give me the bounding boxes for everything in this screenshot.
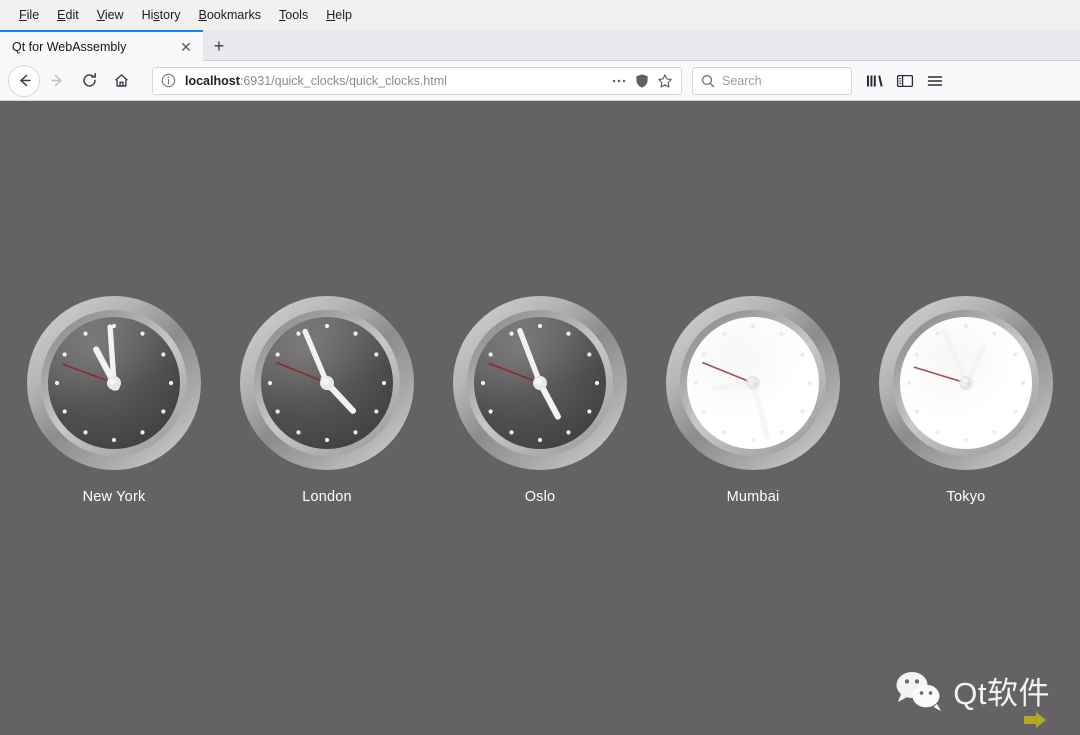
url-text[interactable]: localhost:6931/quick_clocks/quick_clocks…	[185, 74, 606, 88]
menu-item-history[interactable]: History	[133, 6, 190, 24]
clock-label: New York	[83, 489, 146, 505]
watermark: Qt软件	[893, 668, 1050, 713]
ellipsis-icon[interactable]	[609, 71, 629, 91]
clock-face	[237, 293, 417, 473]
clock-item[interactable]: Oslo	[442, 293, 638, 505]
url-path: :6931/quick_clocks/quick_clocks.html	[240, 74, 447, 88]
clock-label: Oslo	[525, 489, 556, 505]
clock-face	[24, 293, 204, 473]
star-icon[interactable]	[655, 71, 675, 91]
clock-item[interactable]: Mumbai	[655, 293, 851, 505]
menu-item-edit[interactable]: Edit	[48, 6, 88, 24]
tab-title: Qt for WebAssembly	[12, 40, 177, 54]
library-icon[interactable]	[860, 66, 890, 96]
reload-icon[interactable]	[74, 66, 104, 96]
clock-label: Mumbai	[727, 489, 780, 505]
tab-qt-for-webassembly[interactable]: Qt for WebAssembly ✕	[0, 30, 203, 61]
browser-window: File Edit View History Bookmarks Tools H…	[0, 0, 1080, 735]
hamburger-menu-icon[interactable]	[920, 66, 950, 96]
search-input[interactable]: Search	[722, 74, 762, 88]
clock-label: London	[302, 489, 352, 505]
toolbar-icons	[860, 66, 950, 96]
close-icon[interactable]: ✕	[177, 38, 195, 56]
home-icon[interactable]	[106, 66, 136, 96]
url-bar[interactable]: localhost:6931/quick_clocks/quick_clocks…	[152, 67, 682, 95]
menu-item-bookmarks[interactable]: Bookmarks	[190, 6, 271, 24]
clock-item[interactable]: London	[229, 293, 425, 505]
clock-face	[876, 293, 1056, 473]
menu-item-file[interactable]: File	[10, 6, 48, 24]
new-tab-button[interactable]: +	[203, 30, 235, 61]
shield-icon[interactable]	[632, 71, 652, 91]
wechat-icon	[893, 669, 945, 713]
menu-item-tools[interactable]: Tools	[270, 6, 317, 24]
page-info-icon[interactable]	[161, 73, 177, 89]
tab-strip: Qt for WebAssembly ✕ +	[0, 30, 1080, 61]
clock-face	[663, 293, 843, 473]
menu-bar: File Edit View History Bookmarks Tools H…	[0, 0, 1080, 30]
url-host: localhost	[185, 74, 240, 88]
clock-item[interactable]: New York	[16, 293, 212, 505]
arrow-right-icon	[1022, 710, 1048, 735]
back-arrow-icon[interactable]	[8, 65, 40, 97]
search-icon	[701, 74, 715, 88]
watermark-text: Qt软件	[953, 668, 1050, 713]
forward-arrow-icon	[42, 66, 72, 96]
search-box[interactable]: Search	[692, 67, 852, 95]
clock-row: New York	[0, 293, 1080, 505]
page-content: New York	[0, 101, 1080, 735]
clock-label: Tokyo	[947, 489, 986, 505]
clock-face	[450, 293, 630, 473]
sidebar-icon[interactable]	[890, 66, 920, 96]
menu-item-help[interactable]: Help	[317, 6, 361, 24]
clock-item[interactable]: Tokyo	[868, 293, 1064, 505]
menu-item-view[interactable]: View	[88, 6, 133, 24]
navigation-toolbar: localhost:6931/quick_clocks/quick_clocks…	[0, 61, 1080, 101]
